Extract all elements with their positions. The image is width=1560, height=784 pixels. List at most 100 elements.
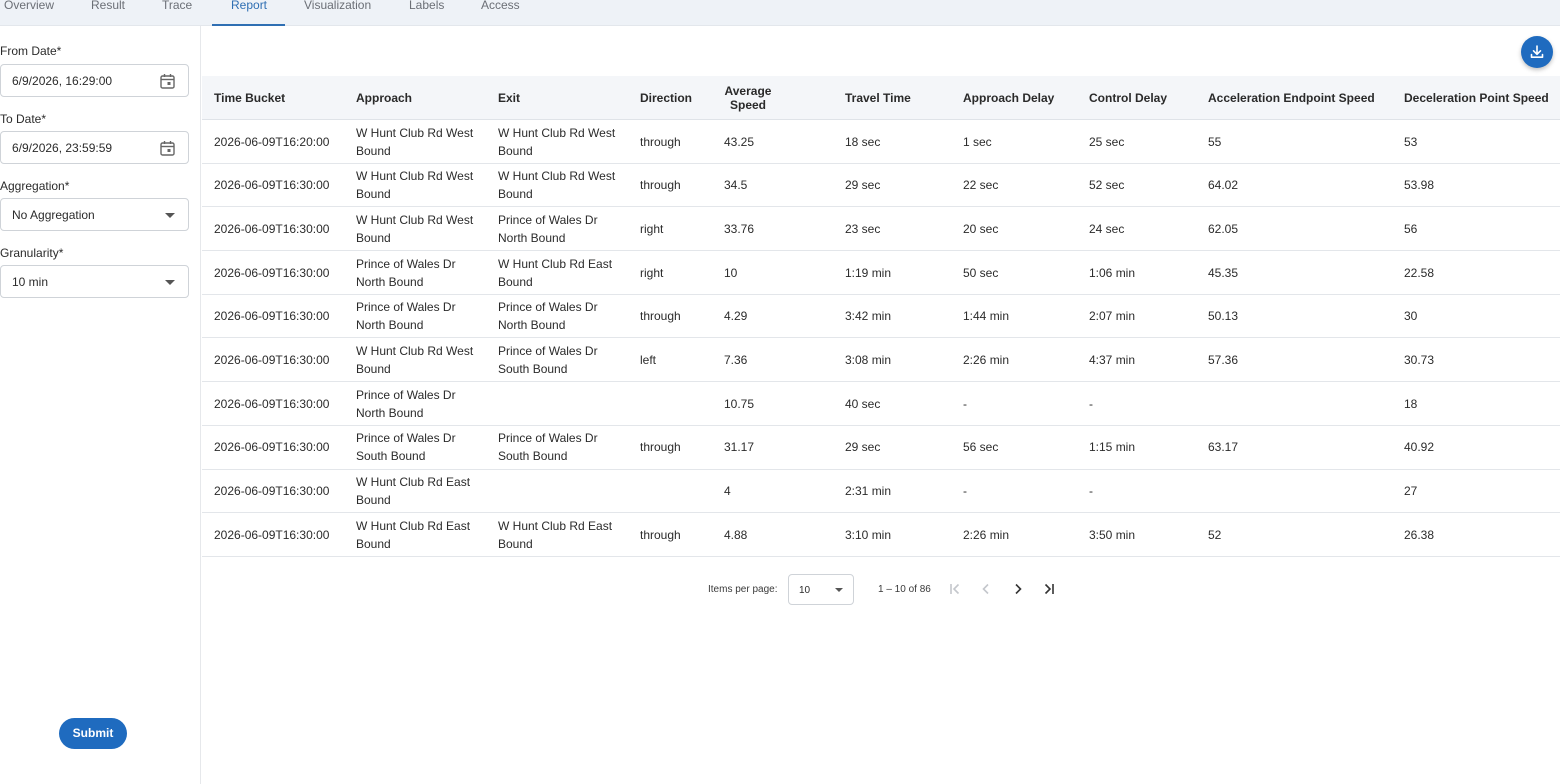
tab-trace[interactable]: Trace bbox=[162, 0, 192, 26]
calendar-icon[interactable] bbox=[160, 140, 175, 156]
column-header-time-bucket[interactable]: Time Bucket bbox=[214, 76, 354, 120]
tab-overview[interactable]: Overview bbox=[4, 0, 54, 26]
column-header-control-delay[interactable]: Control Delay bbox=[1089, 76, 1204, 120]
table-row[interactable]: 2026-06-09T16:30:00 W Hunt Club Rd East B… bbox=[202, 470, 1560, 514]
cell-average-speed: 34.5 bbox=[724, 178, 748, 193]
aggregation-label: Aggregation* bbox=[0, 179, 70, 193]
cell-travel-time: 29 sec bbox=[845, 178, 881, 193]
to-date-field[interactable]: 6/9/2026, 23:59:59 bbox=[0, 131, 189, 164]
page-range-label: 1 – 10 of 86 bbox=[878, 584, 931, 595]
table-row[interactable]: 2026-06-09T16:30:00 Prince of Wales Dr So… bbox=[202, 426, 1560, 470]
tab-bar: Overview Result Trace Report Visualizati… bbox=[0, 0, 1560, 26]
cell-time-bucket: 2026-06-09T16:30:00 bbox=[214, 440, 330, 455]
cell-direction bbox=[640, 470, 720, 513]
tab-access[interactable]: Access bbox=[481, 0, 520, 26]
cell-approach-delay: - bbox=[963, 396, 967, 411]
column-header-exit[interactable]: Exit bbox=[498, 76, 636, 120]
cell-acceleration-endpoint-speed: 64.02 bbox=[1208, 178, 1239, 193]
aggregation-select[interactable]: No Aggregation bbox=[0, 198, 189, 231]
column-header-travel-time[interactable]: Travel Time bbox=[845, 76, 959, 120]
cell-direction: right bbox=[640, 265, 664, 280]
cell-average-speed: 43.25 bbox=[724, 134, 755, 149]
tab-labels[interactable]: Labels bbox=[409, 0, 444, 26]
submit-button[interactable]: Submit bbox=[59, 718, 127, 749]
table-row[interactable]: 2026-06-09T16:30:00 Prince of Wales Dr No… bbox=[202, 295, 1560, 339]
items-per-page-select[interactable]: 10 bbox=[788, 574, 854, 605]
cell-approach-delay: 2:26 min bbox=[963, 352, 1010, 367]
cell-time-bucket: 2026-06-09T16:30:00 bbox=[214, 484, 330, 498]
cell-direction: left bbox=[640, 352, 657, 367]
previous-page-icon[interactable] bbox=[977, 580, 995, 598]
column-header-approach[interactable]: Approach bbox=[356, 76, 494, 120]
cell-approach-delay: - bbox=[963, 484, 967, 498]
tab-report[interactable]: Report bbox=[231, 0, 267, 26]
next-page-icon[interactable] bbox=[1009, 580, 1027, 598]
cell-average-speed: 10.75 bbox=[724, 396, 755, 411]
cell-control-delay: 25 sec bbox=[1089, 134, 1125, 149]
cell-acceleration-endpoint-speed: 63.17 bbox=[1208, 440, 1239, 455]
from-date-label: From Date* bbox=[0, 44, 62, 58]
table-row[interactable]: 2026-06-09T16:30:00 W Hunt Club Rd West B… bbox=[202, 164, 1560, 208]
cell-time-bucket: 2026-06-09T16:30:00 bbox=[214, 265, 330, 280]
cell-time-bucket: 2026-06-09T16:30:00 bbox=[214, 221, 330, 236]
cell-approach-delay: 22 sec bbox=[963, 178, 999, 193]
cell-approach: Prince of Wales Dr South Bound bbox=[356, 431, 456, 464]
cell-average-speed: 4.29 bbox=[724, 309, 748, 324]
column-header-approach-delay[interactable]: Approach Delay bbox=[963, 76, 1085, 120]
cell-control-delay: 24 sec bbox=[1089, 221, 1125, 236]
column-header-average-speed[interactable]: Average Speed bbox=[706, 76, 790, 120]
cell-deceleration-point-speed: 30 bbox=[1404, 309, 1418, 324]
granularity-select[interactable]: 10 min bbox=[0, 265, 189, 298]
cell-deceleration-point-speed: 30.73 bbox=[1404, 352, 1435, 367]
chevron-down-icon bbox=[165, 280, 175, 285]
table-row[interactable]: 2026-06-09T16:20:00 W Hunt Club Rd West B… bbox=[202, 120, 1560, 164]
table-row[interactable]: 2026-06-09T16:30:00 Prince of Wales Dr No… bbox=[202, 251, 1560, 295]
from-date-value: 6/9/2026, 16:29:00 bbox=[12, 74, 113, 88]
tab-visualization[interactable]: Visualization bbox=[304, 0, 371, 26]
cell-deceleration-point-speed: 26.38 bbox=[1404, 527, 1435, 542]
cell-deceleration-point-speed: 18 bbox=[1404, 396, 1418, 411]
cell-acceleration-endpoint-speed: 50.13 bbox=[1208, 309, 1239, 324]
cell-exit bbox=[498, 470, 624, 513]
first-page-icon[interactable] bbox=[946, 580, 964, 598]
cell-time-bucket: 2026-06-09T16:30:00 bbox=[214, 352, 330, 367]
cell-travel-time: 3:08 min bbox=[845, 352, 892, 367]
cell-direction bbox=[640, 382, 720, 425]
cell-deceleration-point-speed: 40.92 bbox=[1404, 440, 1435, 455]
cell-travel-time: 1:19 min bbox=[845, 265, 892, 280]
cell-control-delay: - bbox=[1089, 396, 1093, 411]
column-header-acceleration-endpoint-speed[interactable]: Acceleration Endpoint Speed bbox=[1208, 76, 1398, 120]
cell-control-delay: 52 sec bbox=[1089, 178, 1125, 193]
calendar-icon[interactable] bbox=[160, 73, 175, 89]
cell-approach: Prince of Wales Dr North Bound bbox=[356, 300, 456, 333]
cell-approach-delay: 1 sec bbox=[963, 134, 992, 149]
chevron-down-icon bbox=[165, 213, 175, 218]
table-row[interactable]: 2026-06-09T16:30:00 W Hunt Club Rd West B… bbox=[202, 207, 1560, 252]
cell-acceleration-endpoint-speed bbox=[1208, 382, 1398, 425]
tab-result[interactable]: Result bbox=[91, 0, 125, 26]
column-header-deceleration-point-speed[interactable]: Deceleration Point Speed bbox=[1404, 76, 1554, 120]
last-page-icon[interactable] bbox=[1040, 580, 1058, 598]
table-row[interactable]: 2026-06-09T16:30:00 W Hunt Club Rd East B… bbox=[202, 513, 1560, 557]
cell-deceleration-point-speed: 56 bbox=[1404, 221, 1418, 236]
cell-control-delay: 3:50 min bbox=[1089, 527, 1136, 542]
cell-control-delay: - bbox=[1089, 484, 1093, 498]
chevron-down-icon bbox=[835, 588, 843, 592]
report-table: Time Bucket Approach Exit Direction Average … bbox=[202, 76, 1560, 557]
table-row[interactable]: 2026-06-09T16:30:00 W Hunt Club Rd West B… bbox=[202, 338, 1560, 383]
from-date-field[interactable]: 6/9/2026, 16:29:00 bbox=[0, 64, 189, 97]
cell-exit: Prince of Wales Dr South Bound bbox=[498, 343, 598, 376]
cell-approach-delay: 56 sec bbox=[963, 440, 999, 455]
cell-control-delay: 1:15 min bbox=[1089, 440, 1136, 455]
download-button[interactable] bbox=[1521, 36, 1553, 68]
table-row[interactable]: 2026-06-09T16:30:00 Prince of Wales Dr No… bbox=[202, 382, 1560, 426]
cell-control-delay: 1:06 min bbox=[1089, 265, 1136, 280]
cell-deceleration-point-speed: 53 bbox=[1404, 134, 1418, 149]
cell-approach: Prince of Wales Dr North Bound bbox=[356, 256, 456, 289]
cell-time-bucket: 2026-06-09T16:30:00 bbox=[214, 178, 330, 193]
cell-acceleration-endpoint-speed: 55 bbox=[1208, 134, 1222, 149]
cell-approach-delay: 50 sec bbox=[963, 265, 999, 280]
cell-direction: through bbox=[640, 178, 681, 193]
cell-exit: Prince of Wales Dr South Bound bbox=[498, 431, 598, 464]
cell-time-bucket: 2026-06-09T16:30:00 bbox=[214, 527, 330, 542]
